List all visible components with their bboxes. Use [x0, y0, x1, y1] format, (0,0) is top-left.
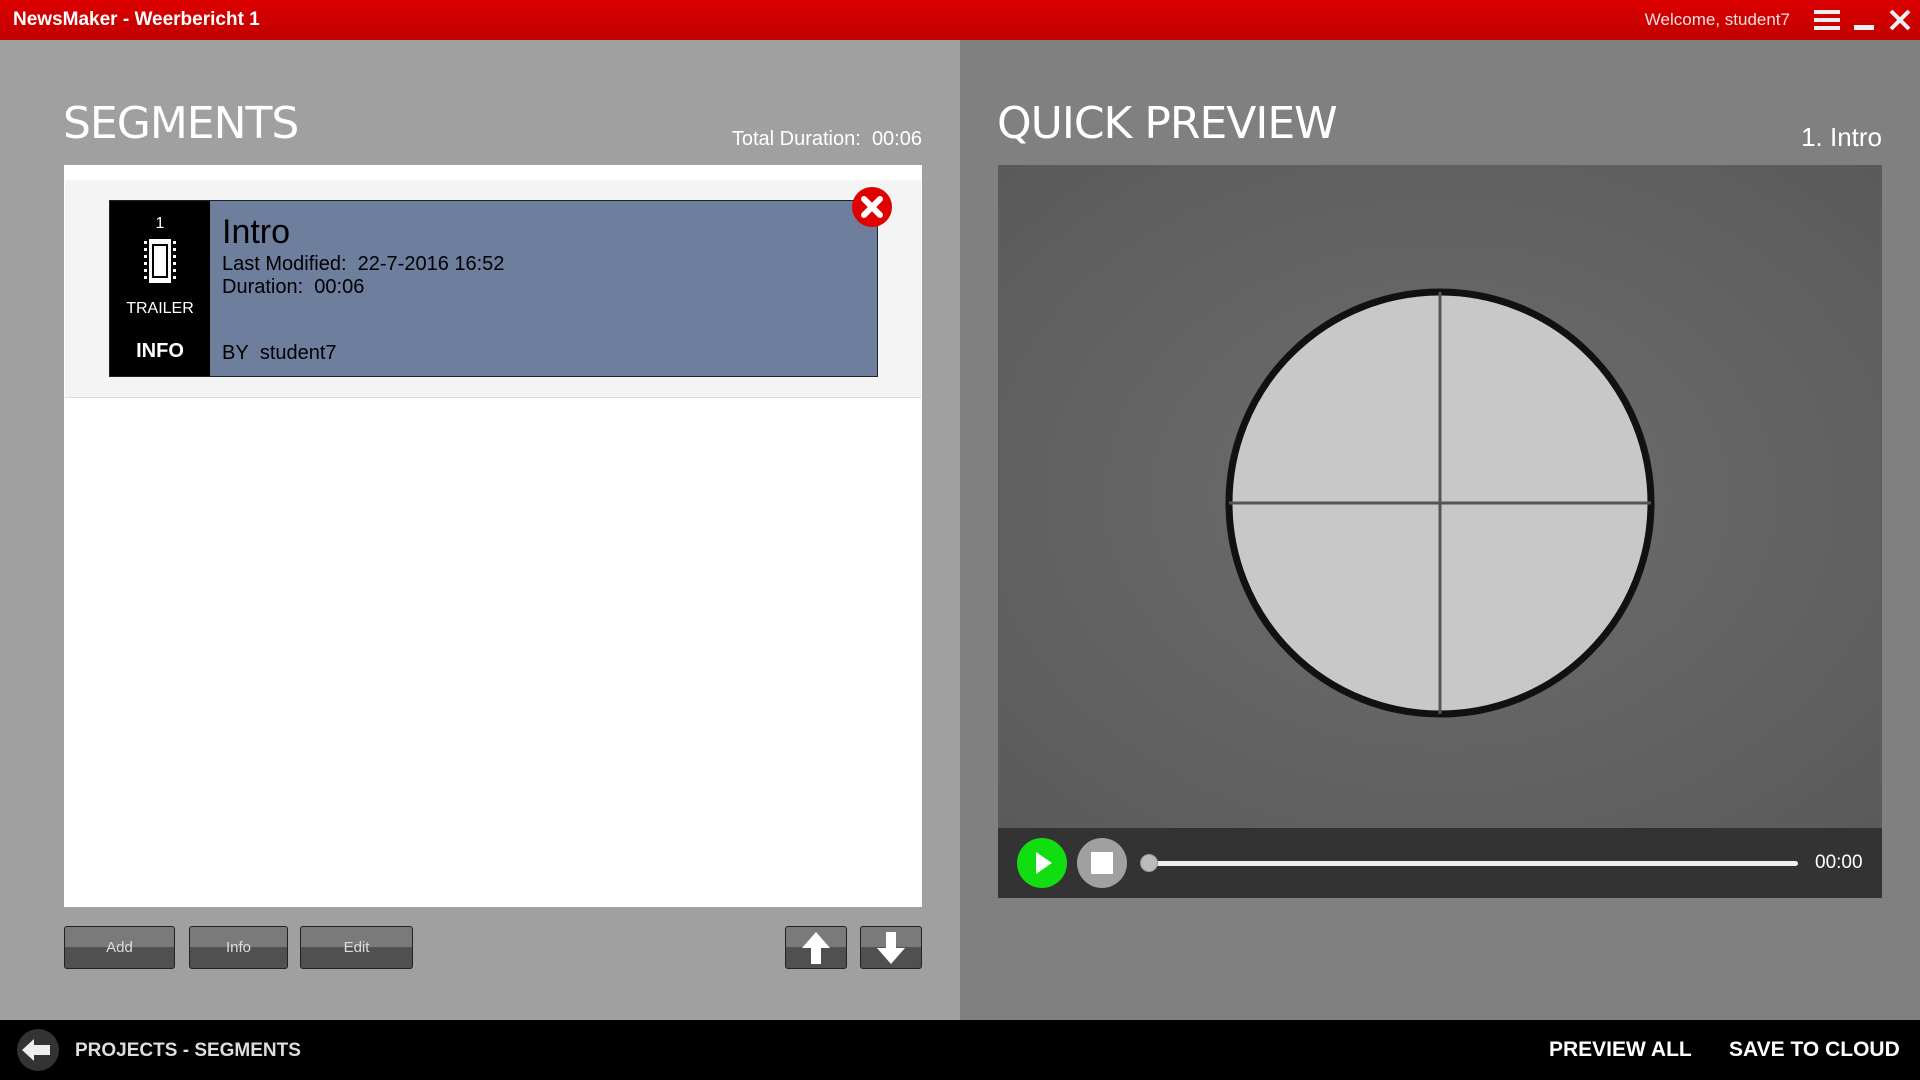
delete-segment-icon[interactable]: [851, 186, 893, 228]
welcome-text: Welcome, student7: [1644, 10, 1790, 29]
stop-button[interactable]: [1077, 838, 1127, 888]
back-button[interactable]: [16, 1028, 60, 1072]
save-to-cloud-button[interactable]: SAVE TO CLOUD: [1729, 1038, 1900, 1062]
time-display: 00:00: [1815, 852, 1863, 873]
info-button[interactable]: Info: [189, 926, 288, 969]
play-button[interactable]: [1017, 838, 1067, 888]
last-modified-value: 22-7-2016 16:52: [357, 253, 505, 275]
segment-type: TRAILER: [126, 300, 194, 317]
duration-label: Duration:: [222, 276, 304, 298]
segment-list: 1 TRAILER INFO Intro Last Modified: 22-7…: [64, 165, 922, 907]
breadcrumb-segments: SEGMENTS: [194, 1040, 301, 1061]
last-modified-label: Last Modified:: [222, 253, 347, 275]
by-label: BY: [222, 342, 249, 364]
list-item[interactable]: 1 TRAILER INFO Intro Last Modified: 22-7…: [65, 180, 921, 398]
breadcrumb-projects[interactable]: PROJECTS: [75, 1040, 177, 1061]
title-bar: NewsMaker - Weerbericht 1 Welcome, stude…: [0, 0, 1920, 40]
segment-strip: 1 TRAILER INFO: [110, 201, 210, 376]
menu-icon[interactable]: [1814, 9, 1840, 31]
segment-info-button[interactable]: INFO: [110, 340, 210, 363]
segment-name: Intro: [222, 213, 291, 251]
total-duration: Total Duration: 00:06: [732, 128, 922, 151]
film-icon: [144, 239, 176, 283]
duration-value: 00:06: [314, 276, 365, 298]
close-icon[interactable]: [1888, 8, 1912, 32]
preview-current-segment: 1. Intro: [1801, 122, 1882, 152]
segment-duration: Duration: 00:06: [222, 276, 364, 299]
video-frame: [1225, 288, 1655, 718]
arrow-up-icon: [802, 931, 830, 964]
preview-all-button[interactable]: PREVIEW ALL: [1549, 1038, 1692, 1062]
minimize-icon[interactable]: [1854, 9, 1874, 31]
total-duration-value: 00:06: [871, 128, 922, 150]
breadcrumb: PROJECTS - SEGMENTS: [75, 1040, 301, 1062]
segments-title: SEGMENTS: [63, 98, 299, 149]
seek-bar[interactable]: [1148, 861, 1798, 866]
arrow-down-icon: [877, 931, 905, 964]
bottom-bar: PROJECTS - SEGMENTS PREVIEW ALL SAVE TO …: [0, 1020, 1920, 1080]
segment-author: BY student7: [222, 342, 337, 365]
app-title: NewsMaker - Weerbericht 1: [13, 9, 260, 30]
move-down-button[interactable]: [860, 926, 922, 969]
move-up-button[interactable]: [785, 926, 847, 969]
segment-number: 1: [155, 215, 165, 232]
author-value: student7: [259, 342, 337, 364]
breadcrumb-separator: -: [182, 1040, 190, 1061]
video-preview[interactable]: [998, 165, 1882, 828]
edit-button[interactable]: Edit: [300, 926, 413, 969]
player-controls: 00:00: [998, 828, 1882, 898]
preview-title: QUICK PREVIEW: [997, 98, 1338, 149]
segment-card[interactable]: 1 TRAILER INFO Intro Last Modified: 22-7…: [109, 200, 878, 377]
seek-handle[interactable]: [1140, 854, 1158, 872]
total-duration-label: Total Duration:: [731, 128, 861, 150]
segment-last-modified: Last Modified: 22-7-2016 16:52: [222, 253, 504, 276]
add-button[interactable]: Add: [64, 926, 175, 969]
